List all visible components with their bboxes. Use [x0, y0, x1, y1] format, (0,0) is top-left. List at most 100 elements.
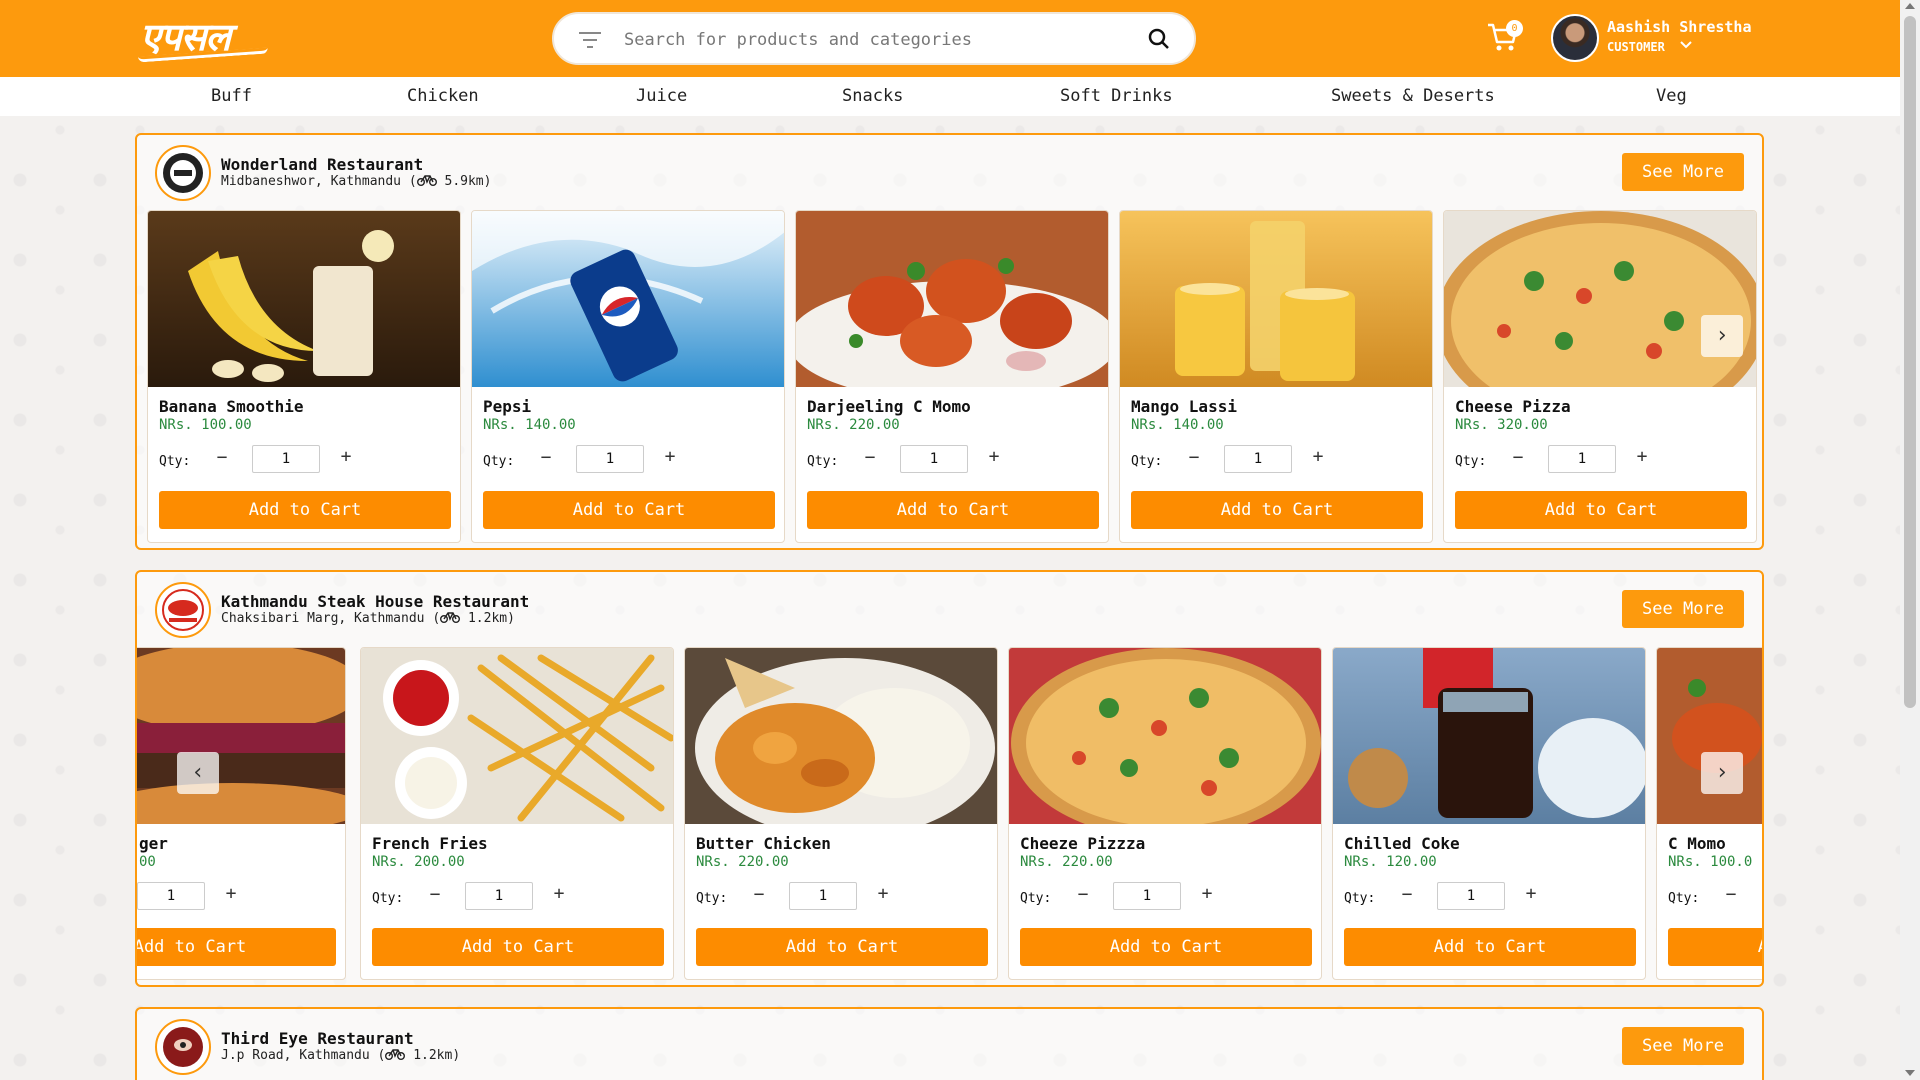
product-name[interactable]: Chilled Coke [1344, 834, 1460, 853]
qty-decrease-button[interactable]: − [536, 447, 556, 468]
qty-input[interactable]: 1 [789, 882, 857, 910]
qty-increase-button[interactable]: + [1632, 446, 1652, 467]
user-avatar[interactable] [1551, 14, 1599, 62]
qty-decrease-button[interactable]: − [749, 884, 769, 905]
add-to-cart-button[interactable]: Add to Cart [1131, 491, 1423, 529]
add-to-cart-button[interactable]: Add to Cart [483, 491, 775, 529]
add-to-cart-button[interactable]: Add to Cart [1668, 928, 1762, 966]
product-image-c-momo[interactable] [1657, 648, 1764, 824]
qty-increase-button[interactable]: + [221, 883, 241, 904]
add-to-cart-button[interactable]: Add to Cart [696, 928, 988, 966]
product-name[interactable]: Butter Chicken [696, 834, 831, 853]
chevron-down-icon[interactable] [1679, 39, 1693, 51]
product-name[interactable]: C Momo [1668, 834, 1726, 853]
qty-input[interactable]: 1 [576, 445, 644, 473]
scrollbar-thumb[interactable] [1904, 16, 1916, 708]
qty-input[interactable]: 1 [1224, 445, 1292, 473]
category-sweets-deserts[interactable]: Sweets & Deserts [1331, 86, 1495, 106]
qty-decrease-button[interactable]: − [1073, 884, 1093, 905]
restaurant-logo[interactable] [155, 582, 211, 638]
product-image-pepsi[interactable] [472, 211, 785, 387]
search-input[interactable] [624, 26, 1084, 54]
scroll-down-arrow-icon[interactable] [1905, 1070, 1915, 1076]
product-name[interactable]: Mango Lassi [1131, 397, 1237, 416]
product-name[interactable]: Banana Smoothie [159, 397, 304, 416]
see-more-button[interactable]: See More [1622, 590, 1744, 628]
add-to-cart-button[interactable]: Add to Cart [372, 928, 664, 966]
category-juice[interactable]: Juice [636, 86, 687, 106]
add-to-cart-button[interactable]: Add to Cart [1344, 928, 1636, 966]
product-image-chilled-coke[interactable] [1333, 648, 1646, 824]
see-more-button[interactable]: See More [1622, 153, 1744, 191]
qty-input[interactable]: 1 [1548, 445, 1616, 473]
product-name[interactable]: Cheeze Pizzza [1020, 834, 1145, 853]
product-image-butter-chicken[interactable] [685, 648, 998, 824]
qty-input[interactable]: 1 [1113, 882, 1181, 910]
add-to-cart-button[interactable]: Add to Cart [1020, 928, 1312, 966]
bicycle-icon [416, 175, 437, 186]
qty-decrease-button[interactable]: − [1721, 884, 1741, 905]
qty-decrease-button[interactable]: − [1184, 447, 1204, 468]
product-name[interactable]: Pepsi [483, 397, 531, 416]
qty-decrease-button[interactable]: − [1397, 884, 1417, 905]
carousel-next-button[interactable]: › [1701, 315, 1743, 357]
qty-increase-button[interactable]: + [1521, 883, 1541, 904]
search-icon[interactable] [1148, 28, 1170, 50]
product-price: NRs. 220.00 [696, 854, 789, 870]
qty-decrease-button[interactable]: − [212, 447, 232, 468]
add-to-cart-button[interactable]: Add to Cart [1455, 491, 1747, 529]
qty-increase-button[interactable]: + [549, 883, 569, 904]
user-name[interactable]: Aashish Shrestha [1607, 18, 1752, 36]
page-scrollbar[interactable] [1900, 0, 1920, 1080]
filter-icon[interactable] [578, 30, 602, 50]
product-name[interactable]: Cheese Pizza [1455, 397, 1571, 416]
product-image-c-momo[interactable] [796, 211, 1109, 387]
qty-increase-button[interactable]: + [1197, 883, 1217, 904]
category-veg[interactable]: Veg [1656, 86, 1687, 106]
restaurant-name[interactable]: Kathmandu Steak House Restaurant [221, 592, 529, 611]
product-image-pizza[interactable] [1444, 211, 1757, 387]
restaurant-logo[interactable] [155, 1019, 211, 1075]
product-image-burger[interactable] [135, 648, 346, 824]
carousel-next-button[interactable]: › [1701, 752, 1743, 794]
category-buff[interactable]: Buff [211, 86, 252, 106]
category-chicken[interactable]: Chicken [407, 86, 479, 106]
qty-label: Qty: [1344, 891, 1376, 906]
product-image-banana-smoothie[interactable] [148, 211, 461, 387]
product-image-mango-lassi[interactable] [1120, 211, 1433, 387]
restaurant-name[interactable]: Wonderland Restaurant [221, 155, 423, 174]
qty-increase-button[interactable]: + [1308, 446, 1328, 467]
see-more-button[interactable]: See More [1622, 1027, 1744, 1065]
add-to-cart-button[interactable]: Add to Cart [159, 491, 451, 529]
qty-decrease-button[interactable]: − [1508, 447, 1528, 468]
user-role[interactable]: CUSTOMER [1607, 40, 1665, 54]
qty-increase-button[interactable]: + [336, 446, 356, 467]
add-to-cart-button[interactable]: Add to Cart [137, 928, 336, 966]
restaurant-section: Wonderland Restaurant Midbaneshwor, Kath… [135, 133, 1764, 550]
restaurant-name[interactable]: Third Eye Restaurant [221, 1029, 414, 1048]
qty-input[interactable]: 1 [1437, 882, 1505, 910]
product-name[interactable]: Darjeeling C Momo [807, 397, 971, 416]
restaurant-address: J.p Road, Kathmandu ( 1.2km) [221, 1048, 461, 1063]
product-name[interactable]: ger [139, 834, 168, 853]
scroll-up-arrow-icon[interactable] [1905, 3, 1915, 9]
product-image-pizza[interactable] [1009, 648, 1322, 824]
product-card: Butter Chicken NRs. 220.00 Qty: − 1 + Ad… [684, 647, 998, 980]
qty-increase-button[interactable]: + [873, 883, 893, 904]
qty-increase-button[interactable]: + [984, 446, 1004, 467]
product-image-french-fries[interactable] [361, 648, 674, 824]
carousel-prev-button[interactable]: ‹ [177, 752, 219, 794]
restaurant-logo[interactable] [155, 145, 211, 201]
qty-input[interactable]: 1 [465, 882, 533, 910]
category-snacks[interactable]: Snacks [842, 86, 903, 106]
qty-increase-button[interactable]: + [660, 446, 680, 467]
product-price: NRs. 140.00 [483, 417, 576, 433]
category-soft-drinks[interactable]: Soft Drinks [1060, 86, 1173, 106]
qty-input[interactable]: 1 [137, 882, 205, 910]
qty-decrease-button[interactable]: − [860, 447, 880, 468]
qty-input[interactable]: 1 [900, 445, 968, 473]
add-to-cart-button[interactable]: Add to Cart [807, 491, 1099, 529]
qty-input[interactable]: 1 [252, 445, 320, 473]
qty-decrease-button[interactable]: − [425, 884, 445, 905]
product-name[interactable]: French Fries [372, 834, 488, 853]
